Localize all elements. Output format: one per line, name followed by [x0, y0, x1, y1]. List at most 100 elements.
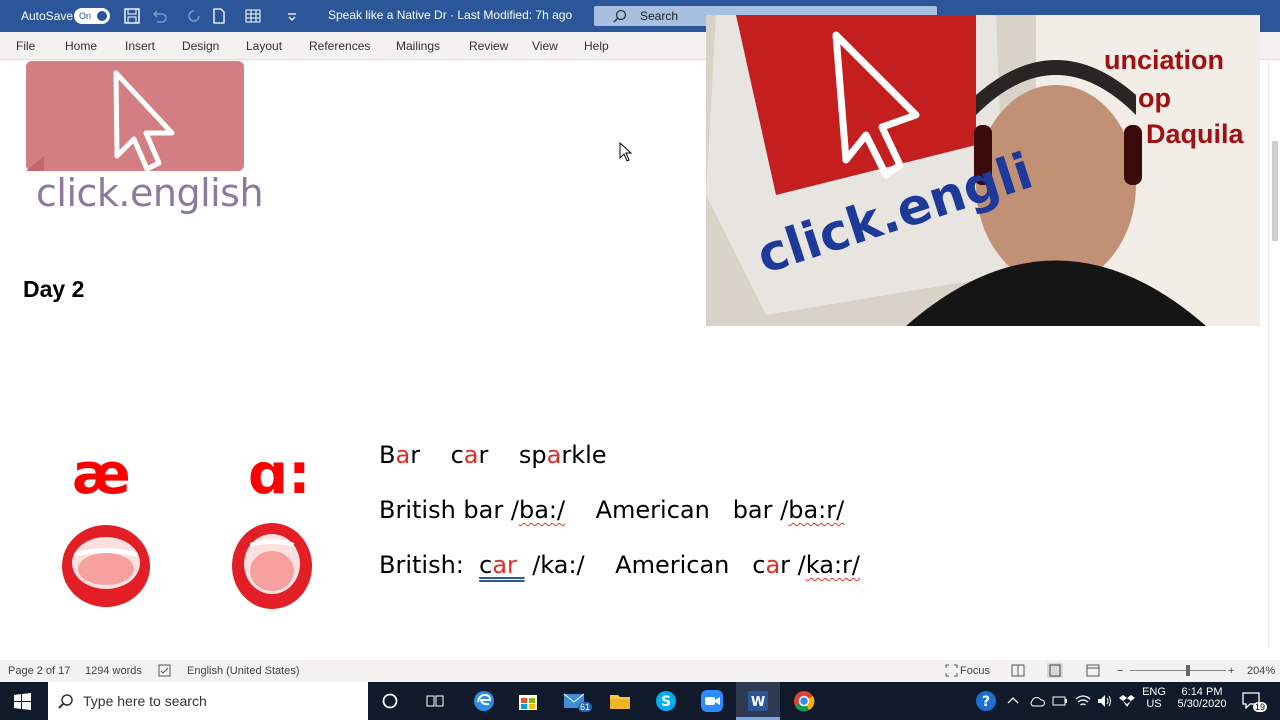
- skype-icon[interactable]: S: [654, 689, 678, 713]
- mail-badge: 61: [578, 702, 593, 712]
- autosave-label: AutoSave: [21, 9, 74, 23]
- misspelled-run[interactable]: ba:/: [519, 496, 565, 524]
- vertical-scrollbar[interactable]: [1268, 61, 1280, 648]
- tab-references[interactable]: References: [309, 39, 370, 53]
- misspelled-run[interactable]: ka:r/: [806, 551, 860, 579]
- word-vowel: a: [395, 441, 411, 469]
- taskbar-search-placeholder: Type here to search: [83, 693, 207, 709]
- scroll-thumb[interactable]: [1272, 141, 1278, 241]
- customize-toolbar-icon[interactable]: [284, 8, 300, 24]
- text-run: British:: [379, 551, 480, 579]
- car-pronunciation-line: British: car /ka:/ American car /ka:r/: [379, 551, 860, 579]
- word-part: rkle: [561, 441, 607, 469]
- grammar-flagged-run[interactable]: car: [479, 551, 524, 579]
- store-icon[interactable]: [516, 689, 540, 713]
- overlay-text-1: unciation: [1104, 45, 1224, 75]
- word-part: r c: [410, 441, 464, 469]
- read-mode-icon[interactable]: [1011, 664, 1025, 677]
- zoom-out-button[interactable]: −: [1117, 665, 1123, 677]
- windows-taskbar: Type here to search 61 S W ? ENG US 6:14 …: [0, 682, 1280, 720]
- lang-code: ENG: [1142, 686, 1166, 698]
- zoom-level[interactable]: 204%: [1247, 665, 1275, 677]
- search-icon: [58, 694, 73, 709]
- web-layout-icon[interactable]: [1086, 664, 1100, 677]
- zoom-slider[interactable]: [1130, 670, 1226, 671]
- file-explorer-icon[interactable]: [608, 689, 632, 713]
- battery-icon[interactable]: [1052, 695, 1068, 707]
- tab-design[interactable]: Design: [182, 39, 219, 53]
- system-clock[interactable]: 6:14 PM 5/30/2020: [1174, 686, 1230, 710]
- input-language[interactable]: ENG US: [1140, 686, 1168, 710]
- tab-home[interactable]: Home: [65, 39, 97, 53]
- overlay-text-2: op: [1138, 83, 1171, 113]
- tab-mailings[interactable]: Mailings: [396, 39, 440, 53]
- word-count[interactable]: 1294 words: [85, 665, 142, 677]
- clock-time: 6:14 PM: [1181, 686, 1223, 698]
- focus-mode-button[interactable]: Focus: [960, 665, 990, 677]
- cloud-icon[interactable]: [1029, 694, 1045, 708]
- bar-pronunciation-line: British bar /ba:/ American bar /ba:r/: [379, 496, 844, 524]
- language-indicator[interactable]: English (United States): [187, 665, 300, 677]
- mouse-cursor-icon: [619, 142, 633, 162]
- symbol-a-long: ɑ:: [248, 442, 311, 507]
- edge-icon[interactable]: [472, 689, 496, 713]
- open-mouth-round-icon: [232, 523, 312, 609]
- word-vowel: a: [765, 551, 781, 579]
- word-part: B: [379, 441, 396, 469]
- vowel-image: æ ɑ:: [22, 437, 360, 631]
- notification-count: 19: [1253, 702, 1268, 712]
- chevron-up-icon[interactable]: [1007, 695, 1019, 707]
- svg-text:S: S: [661, 694, 671, 710]
- region-code: US: [1146, 698, 1162, 710]
- symbol-ae: æ: [72, 442, 131, 507]
- text-run: /ka:/ American c: [524, 551, 766, 579]
- tab-view[interactable]: View: [532, 39, 558, 53]
- volume-icon[interactable]: [1097, 694, 1113, 708]
- clock-date: 5/30/2020: [1177, 698, 1227, 710]
- tab-insert[interactable]: Insert: [125, 39, 155, 53]
- autosave-toggle[interactable]: On: [74, 8, 110, 24]
- tab-help[interactable]: Help: [584, 39, 609, 53]
- windows-start-icon[interactable]: [14, 693, 31, 710]
- taskbar-search[interactable]: Type here to search: [48, 682, 368, 720]
- overlay-text-3: Daquila: [1146, 119, 1244, 149]
- text-run: British bar /: [379, 496, 519, 524]
- save-icon[interactable]: [124, 8, 140, 24]
- day-heading: Day 2: [23, 276, 85, 302]
- zoom-in-button[interactable]: +: [1228, 665, 1234, 677]
- autosave-state: On: [79, 11, 92, 21]
- tab-layout[interactable]: Layout: [246, 39, 282, 53]
- tab-file[interactable]: File: [16, 39, 35, 53]
- word-icon[interactable]: W: [746, 689, 770, 713]
- new-document-icon[interactable]: [211, 8, 227, 24]
- wifi-icon[interactable]: [1075, 694, 1091, 708]
- text-run: American bar /: [565, 496, 789, 524]
- chrome-icon[interactable]: [792, 689, 816, 713]
- undo-icon[interactable]: [151, 8, 167, 24]
- search-icon: [613, 9, 627, 23]
- zoom-app-icon[interactable]: [700, 689, 724, 713]
- help-icon[interactable]: ?: [975, 690, 997, 712]
- table-icon[interactable]: [245, 8, 261, 24]
- tab-review[interactable]: Review: [469, 39, 508, 53]
- status-bar: Page 2 of 17 1294 words English (United …: [0, 660, 1280, 682]
- svg-text:?: ?: [982, 694, 990, 710]
- zoom-slider-thumb[interactable]: [1186, 665, 1190, 676]
- misspelled-run[interactable]: ba:r/: [788, 496, 844, 524]
- logo-text: click.english: [36, 171, 264, 215]
- webcam-overlay: click.engli unciation op Daquila: [706, 15, 1260, 326]
- print-layout-icon[interactable]: [1047, 663, 1063, 678]
- proofing-icon[interactable]: [158, 664, 171, 677]
- page-count[interactable]: Page 2 of 17: [8, 665, 70, 677]
- svg-text:W: W: [751, 695, 765, 710]
- word-vowel: a: [546, 441, 562, 469]
- text-run: r /: [780, 551, 806, 579]
- word-vowel: a: [463, 441, 479, 469]
- focus-icon[interactable]: [945, 664, 958, 677]
- cortana-icon[interactable]: [382, 693, 398, 709]
- open-mouth-wide-icon: [62, 525, 150, 607]
- redo-icon[interactable]: [186, 8, 202, 24]
- dropbox-icon[interactable]: [1119, 694, 1135, 708]
- task-view-icon[interactable]: [426, 693, 444, 709]
- document-title[interactable]: Speak like a Native Dr · Last Modified: …: [328, 8, 572, 22]
